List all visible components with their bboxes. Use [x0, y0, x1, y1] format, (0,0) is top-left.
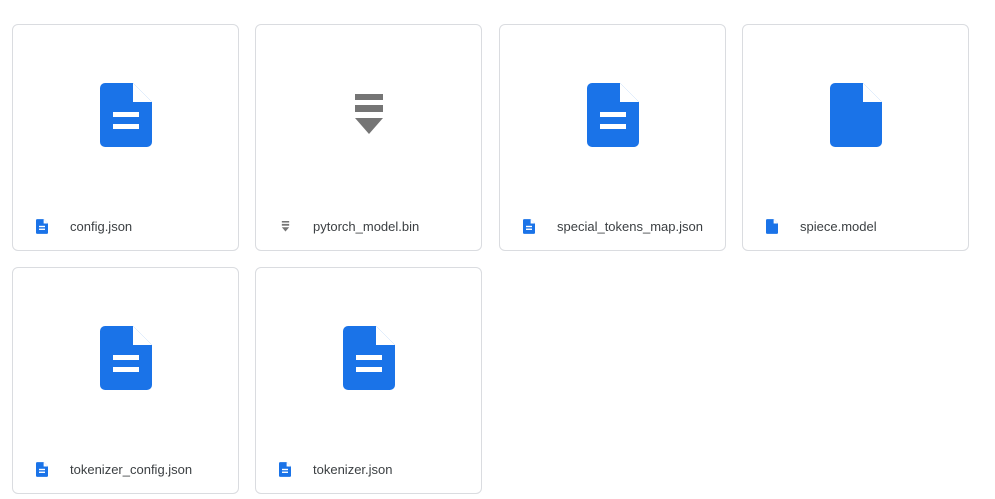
file-preview: [256, 25, 481, 205]
file-card-footer: spiece.model: [743, 202, 968, 250]
file-preview: [256, 268, 481, 448]
binary-download-icon: [278, 218, 292, 234]
file-name: tokenizer_config.json: [70, 461, 193, 477]
document-lines-icon: [99, 83, 152, 147]
file-card-footer: special_tokens_map.json: [500, 202, 725, 250]
file-name: spiece.model: [800, 218, 877, 234]
file-card-special-tokens-map-json[interactable]: special_tokens_map.json: [499, 24, 726, 251]
file-card-footer: config.json: [13, 202, 238, 250]
file-card-footer: pytorch_model.bin: [256, 202, 481, 250]
document-lines-icon: [586, 83, 639, 147]
document-lines-icon: [99, 326, 152, 390]
file-card-tokenizer-json[interactable]: tokenizer.json: [255, 267, 482, 494]
file-name: special_tokens_map.json: [557, 218, 703, 234]
document-lines-icon: [35, 461, 49, 477]
file-card-tokenizer-config-json[interactable]: tokenizer_config.json: [12, 267, 239, 494]
document-lines-icon: [35, 218, 49, 234]
file-preview: [500, 25, 725, 205]
document-lines-icon: [342, 326, 395, 390]
file-preview: [13, 268, 238, 448]
file-preview: [743, 25, 968, 205]
file-grid: config.json pytorch_model.bin special_to…: [0, 0, 995, 499]
file-card-footer: tokenizer.json: [256, 445, 481, 493]
file-card-pytorch-model-bin[interactable]: pytorch_model.bin: [255, 24, 482, 251]
file-name: config.json: [70, 218, 133, 234]
file-name: pytorch_model.bin: [313, 218, 420, 234]
document-lines-icon: [278, 461, 292, 477]
binary-download-icon: [354, 94, 383, 134]
file-card-config-json[interactable]: config.json: [12, 24, 239, 251]
file-preview: [13, 25, 238, 205]
blank-file-icon: [765, 218, 779, 234]
blank-file-icon: [829, 83, 882, 147]
file-card-footer: tokenizer_config.json: [13, 445, 238, 493]
file-card-spiece-model[interactable]: spiece.model: [742, 24, 969, 251]
file-name: tokenizer.json: [313, 461, 393, 477]
document-lines-icon: [522, 218, 536, 234]
